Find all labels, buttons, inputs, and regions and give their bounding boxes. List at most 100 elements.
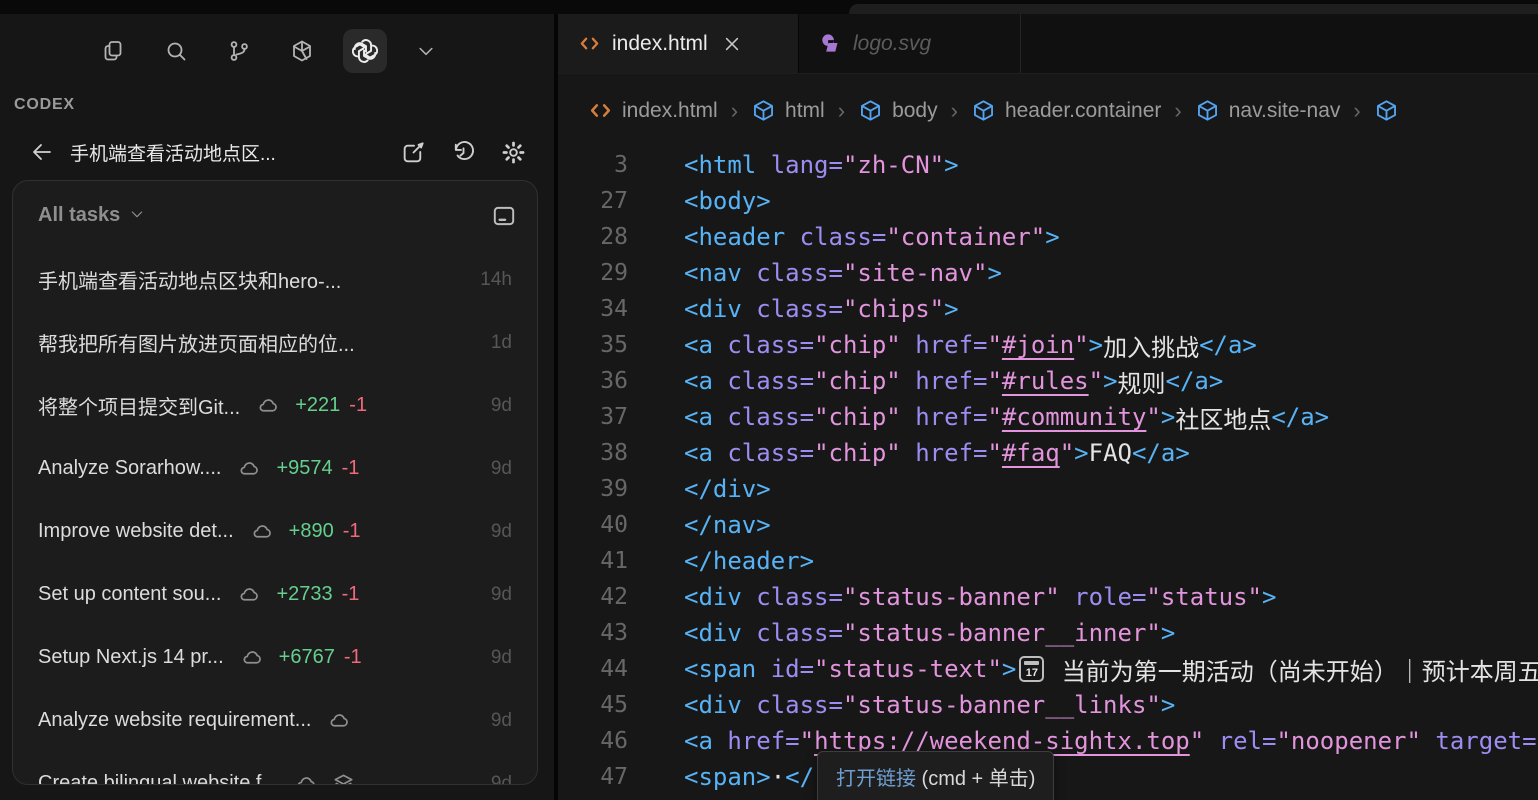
code-token: role= (1060, 583, 1147, 611)
task-time: 9d (491, 395, 512, 417)
code-token: <nav (684, 259, 742, 287)
code-line[interactable]: 38<a class="chip" href="#faq">FAQ</a> (558, 435, 1538, 471)
tooltip-open-link-text[interactable]: 打开链接 (836, 768, 916, 790)
task-header: 手机端查看活动地点区... (0, 134, 554, 170)
code-line[interactable]: 41</header> (558, 543, 1538, 579)
line-content: <span>·</ (628, 763, 814, 791)
code-token: > (1161, 403, 1175, 431)
breadcrumb-label: index.html (622, 99, 718, 123)
source-control-icon[interactable] (227, 39, 251, 63)
code-line[interactable]: 39</div> (558, 471, 1538, 507)
code-token: <header (684, 223, 785, 251)
code-link[interactable]: #faq (1002, 439, 1060, 467)
code-line[interactable]: 27<body> (558, 183, 1538, 219)
code-link[interactable]: #rules (1002, 367, 1089, 395)
breadcrumb-item[interactable] (1374, 98, 1399, 123)
code-token: > (1161, 619, 1175, 647)
code-token: <div (684, 583, 742, 611)
code-token: " (1089, 367, 1103, 395)
search-icon[interactable] (164, 39, 188, 63)
code-token: > (944, 151, 958, 179)
copy-icon[interactable] (101, 39, 125, 63)
code-token: rel= (1204, 727, 1276, 755)
codex-sidebar: CODEX 手机端查看活动地点区... All tasks (0, 14, 558, 800)
breadcrumb-item[interactable]: nav.site-nav (1195, 98, 1341, 123)
code-token: <div (684, 619, 742, 647)
task-row[interactable]: Analyze Sorarhow....+9574-19d (13, 437, 537, 500)
line-content: <a class="chip" href="#join">加入挑战</a> (628, 328, 1257, 363)
task-title: Setup Next.js 14 pr... (38, 646, 224, 669)
breadcrumb-item[interactable]: html (751, 98, 825, 123)
line-number: 3 (558, 152, 628, 178)
breadcrumb-item[interactable]: body (858, 98, 938, 123)
code-token: </a> (1166, 367, 1224, 395)
code-token: <a (684, 403, 713, 431)
task-row[interactable]: Setup Next.js 14 pr...+6767-19d (13, 626, 537, 689)
breadcrumb-separator: › (1353, 98, 1360, 124)
line-number: 43 (558, 620, 628, 646)
line-content: <div class="status-banner__inner"> (628, 619, 1175, 647)
code-token: " (1146, 403, 1160, 431)
task-row[interactable]: Analyze website requirement...9d (13, 689, 537, 752)
open-panel-icon[interactable] (491, 203, 517, 229)
task-row[interactable]: 将整个项目提交到Git...+221-19d (13, 374, 537, 437)
codex-vscode-window: CODEX 手机端查看活动地点区... All tasks (0, 0, 1538, 800)
edit-icon[interactable] (401, 140, 426, 165)
code-line[interactable]: 44<span id="status-text">17 当前为第一期活动（尚未开… (558, 651, 1538, 687)
code-line[interactable]: 3<html lang="zh-CN"> (558, 147, 1538, 183)
line-number: 34 (558, 296, 628, 322)
gear-icon[interactable] (501, 140, 526, 165)
task-row[interactable]: Set up content sou...+2733-19d (13, 563, 537, 626)
back-icon[interactable] (30, 140, 54, 164)
code-token: > (944, 295, 958, 323)
line-number: 40 (558, 512, 628, 538)
chevron-down-icon[interactable] (416, 39, 436, 63)
code-line[interactable]: 37<a class="chip" href="#community">社区地点… (558, 399, 1538, 435)
chevron-down-icon (129, 203, 145, 228)
code-token: > (1089, 331, 1103, 359)
code-line[interactable]: 42<div class="status-banner" role="statu… (558, 579, 1538, 615)
task-row[interactable]: 帮我把所有图片放进页面相应的位...1d (13, 311, 537, 374)
code-link[interactable]: #community (1002, 403, 1147, 431)
code-line[interactable]: 34<div class="chips"> (558, 291, 1538, 327)
code-token: "zh-CN" (843, 151, 944, 179)
code-link[interactable]: #join (1002, 331, 1074, 359)
code-token: </ (785, 763, 814, 791)
breadcrumb-separator: › (1174, 98, 1181, 124)
layers-icon (332, 772, 355, 785)
code-line[interactable]: 35<a class="chip" href="#join">加入挑战</a> (558, 327, 1538, 363)
code-line[interactable]: 43<div class="status-banner__inner"> (558, 615, 1538, 651)
line-content: <body> (628, 187, 771, 215)
code-line[interactable]: 40 </nav> (558, 507, 1538, 543)
line-number: 47 (558, 764, 628, 790)
breadcrumb-item[interactable]: header.container (971, 98, 1161, 123)
tab-logo.svg[interactable]: logo.svg (799, 14, 1021, 73)
current-task-title: 手机端查看活动地点区... (70, 139, 276, 166)
code-token: </nav> (684, 511, 771, 539)
symbol-cube-icon (1374, 98, 1399, 123)
code-area[interactable]: 3<html lang="zh-CN">27<body>28<header cl… (558, 147, 1538, 800)
code-token: </a> (1271, 403, 1329, 431)
line-number: 42 (558, 584, 628, 610)
breadcrumb: index.html›html›body›header.container›na… (558, 74, 1538, 147)
all-tasks-dropdown[interactable]: All tasks (38, 203, 145, 228)
task-title: 帮我把所有图片放进页面相应的位... (38, 328, 355, 357)
code-line[interactable]: 29<nav class="site-nav"> (558, 255, 1538, 291)
code-line[interactable]: 28<header class="container"> (558, 219, 1538, 255)
diff-deletions: -1 (349, 394, 367, 417)
diff-additions: +9574 (276, 457, 332, 480)
task-title: Create bilingual website f... (38, 772, 278, 785)
task-row[interactable]: 手机端查看活动地点区块和hero-...14h (13, 248, 537, 311)
code-line[interactable]: 36<a class="chip" href="#rules">规则</a> (558, 363, 1538, 399)
breadcrumb-item[interactable]: index.html (588, 98, 718, 123)
history-icon[interactable] (451, 140, 476, 165)
code-token: <a (684, 727, 713, 755)
tab-index.html[interactable]: index.html (558, 14, 799, 73)
task-row[interactable]: Improve website det...+890-19d (13, 500, 537, 563)
close-icon[interactable] (722, 34, 742, 54)
openai-icon[interactable] (343, 29, 387, 73)
code-line[interactable]: 45<div class="status-banner__links"> (558, 687, 1538, 723)
line-content: <a class="chip" href="#community">社区地点</… (628, 400, 1329, 435)
task-row[interactable]: Create bilingual website f...9d (13, 752, 537, 785)
extensions-box-icon[interactable] (290, 39, 314, 63)
